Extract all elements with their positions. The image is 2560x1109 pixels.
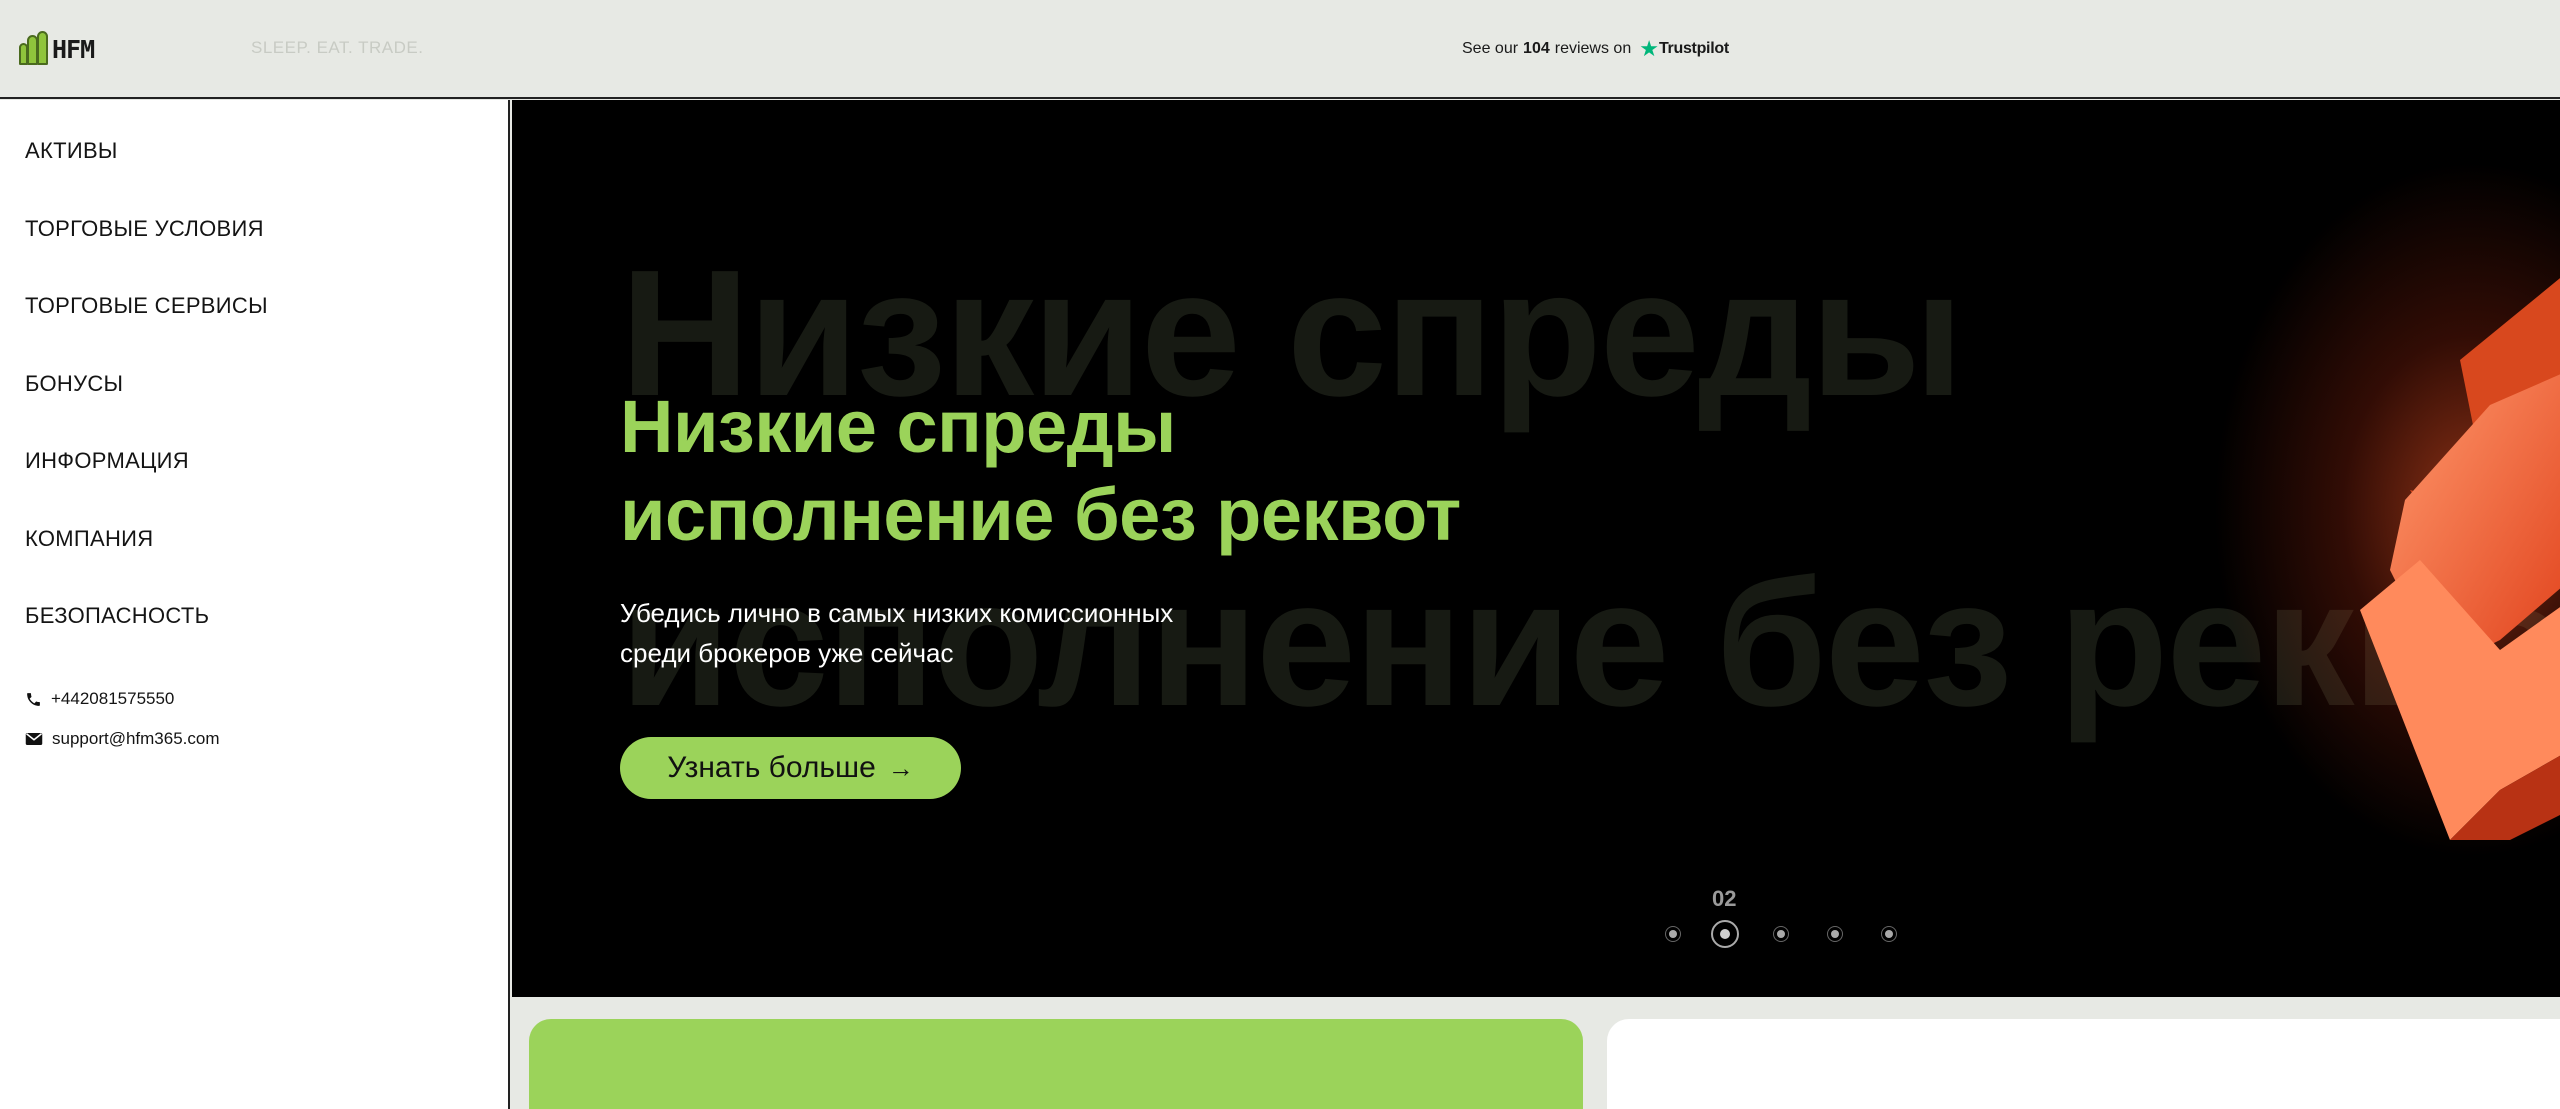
phone-contact[interactable]: +442081575550 [25, 689, 174, 709]
slider-dot-3[interactable] [1773, 926, 1789, 942]
sidebar-item-trading-services[interactable]: ТОРГОВЫЕ СЕРВИСЫ [25, 293, 268, 319]
arrow-right-icon: → [887, 752, 914, 783]
promo-card-green[interactable] [529, 1019, 1583, 1109]
sidebar-item-information[interactable]: ИНФОРМАЦИЯ [25, 448, 189, 474]
promo-card-white[interactable] [1607, 1019, 2560, 1109]
sidebar-item-company[interactable]: КОМПАНИЯ [25, 526, 153, 552]
phone-icon [27, 692, 40, 706]
tagline: SLEEP. EAT. TRADE. [251, 38, 424, 57]
hero-subtitle-line2: среди брокеров уже сейчас [620, 638, 954, 668]
hfm-logo[interactable]: HFM [18, 30, 95, 68]
trustpilot-suffix: reviews on [1554, 40, 1632, 57]
sidebar-menu: АКТИВЫ ТОРГОВЫЕ УСЛОВИЯ ТОРГОВЫЕ СЕРВИСЫ… [0, 100, 510, 1109]
sidebar-item-bonuses[interactable]: БОНУСЫ [25, 371, 123, 397]
learn-more-button[interactable]: Узнать больше → [620, 737, 961, 799]
hero-slider: Низкие спреды исполнение без реквот Низк… [512, 100, 2560, 997]
slider-dot-1[interactable] [1665, 926, 1681, 942]
logo-text: HFM [52, 34, 95, 64]
phone-number: +442081575550 [51, 689, 175, 708]
trustpilot-prefix: See our [1462, 40, 1519, 57]
sidebar-item-trading-conditions[interactable]: ТОРГОВЫЕ УСЛОВИЯ [25, 216, 264, 242]
slider-dot-2[interactable] [1711, 920, 1739, 948]
sidebar-item-security[interactable]: БЕЗОПАСНОСТЬ [25, 603, 209, 629]
hero-title-line1: Низкие спреды [620, 385, 1176, 468]
learn-more-label: Узнать больше [667, 751, 876, 784]
hero-title-line2: исполнение без реквот [620, 473, 1461, 556]
slider-dot-5[interactable] [1881, 926, 1897, 942]
chevron-graphic-icon [2360, 278, 2560, 840]
hero-subtitle: Убедись лично в самых низких комиссионны… [620, 593, 1173, 673]
mail-icon [25, 733, 43, 745]
slide-number: 02 [1712, 886, 1737, 911]
top-header: HFM SLEEP. EAT. TRADE. See our 104 revie… [0, 0, 2560, 99]
trustpilot-widget[interactable]: See our 104 reviews on ★ Trustpilot [1462, 38, 1729, 60]
slider-dot-4[interactable] [1827, 926, 1843, 942]
trustpilot-brand: Trustpilot [1658, 40, 1729, 57]
hfm-logo-icon [18, 31, 50, 67]
hero-subtitle-line1: Убедись лично в самых низких комиссионны… [620, 598, 1174, 628]
email-address: support@hfm365.com [52, 729, 220, 748]
trustpilot-review-count: 104 [1523, 40, 1550, 57]
sidebar-item-assets[interactable]: АКТИВЫ [25, 138, 118, 164]
trustpilot-star-icon: ★ [1639, 36, 1659, 61]
email-contact[interactable]: support@hfm365.com [25, 729, 220, 749]
hero-title: Низкие спреды исполнение без реквот [620, 383, 1461, 559]
